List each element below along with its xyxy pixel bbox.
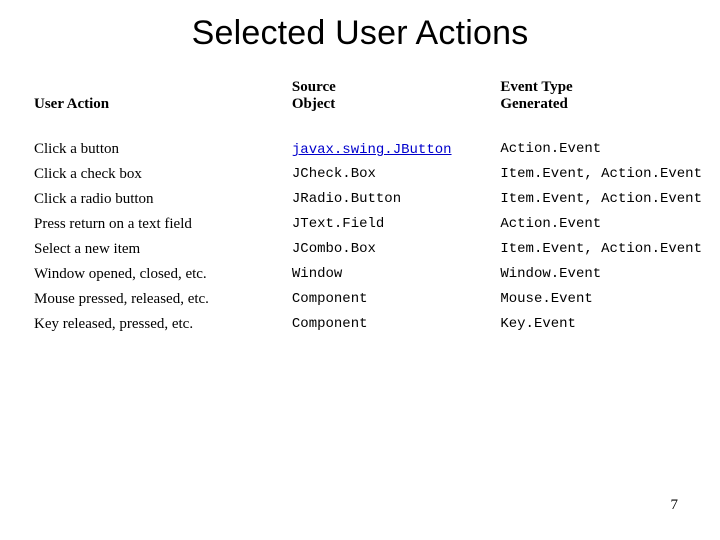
header-user-action: User Action: [34, 79, 292, 137]
cell-action: Click a button: [34, 137, 292, 162]
cell-action: Mouse pressed, released, etc.: [34, 287, 292, 312]
cell-source: JCheck.Box: [292, 162, 500, 187]
actions-table: User Action Source Object Event Type Gen…: [34, 79, 720, 337]
header-user-action-text: User Action: [34, 96, 109, 112]
cell-source: JCombo.Box: [292, 237, 500, 262]
cell-source: Component: [292, 287, 500, 312]
header-source-l2: Object: [292, 96, 335, 112]
table-row: Press return on a text field JText.Field…: [34, 212, 720, 237]
cell-action: Window opened, closed, etc.: [34, 262, 292, 287]
table-row: Click a check box JCheck.Box Item.Event,…: [34, 162, 720, 187]
cell-event: Action.Event: [500, 212, 720, 237]
table-body: Click a button javax.swing.JButton Actio…: [34, 137, 720, 337]
cell-event: Item.Event, Action.Event: [500, 187, 720, 212]
table-row: Click a button javax.swing.JButton Actio…: [34, 137, 720, 162]
cell-source: JRadio.Button: [292, 187, 500, 212]
cell-action: Click a radio button: [34, 187, 292, 212]
page-number: 7: [671, 497, 679, 514]
cell-event: Action.Event: [500, 137, 720, 162]
table-row: Select a new item JCombo.Box Item.Event,…: [34, 237, 720, 262]
cell-source: javax.swing.JButton: [292, 137, 500, 162]
cell-event: Item.Event, Action.Event: [500, 162, 720, 187]
header-event-l2: Generated: [500, 96, 567, 112]
cell-event: Item.Event, Action.Event: [500, 237, 720, 262]
slide-title: Selected User Actions: [0, 0, 720, 53]
table-row: Mouse pressed, released, etc. Component …: [34, 287, 720, 312]
table-header-row: User Action Source Object Event Type Gen…: [34, 79, 720, 137]
cell-action: Click a check box: [34, 162, 292, 187]
header-event-l1: Event Type: [500, 79, 572, 95]
header-source-l1: Source: [292, 79, 336, 95]
cell-event: Mouse.Event: [500, 287, 720, 312]
source-link[interactable]: javax.swing.JButton: [292, 142, 452, 158]
cell-action: Press return on a text field: [34, 212, 292, 237]
table-row: Key released, pressed, etc. Component Ke…: [34, 312, 720, 337]
cell-action: Select a new item: [34, 237, 292, 262]
header-source-object: Source Object: [292, 79, 500, 137]
cell-source: JText.Field: [292, 212, 500, 237]
cell-action: Key released, pressed, etc.: [34, 312, 292, 337]
cell-event: Window.Event: [500, 262, 720, 287]
slide: Selected User Actions User Action Source…: [0, 0, 720, 540]
header-event-type: Event Type Generated: [500, 79, 720, 137]
cell-source: Window: [292, 262, 500, 287]
cell-event: Key.Event: [500, 312, 720, 337]
table-row: Click a radio button JRadio.Button Item.…: [34, 187, 720, 212]
table-row: Window opened, closed, etc. Window Windo…: [34, 262, 720, 287]
cell-source: Component: [292, 312, 500, 337]
